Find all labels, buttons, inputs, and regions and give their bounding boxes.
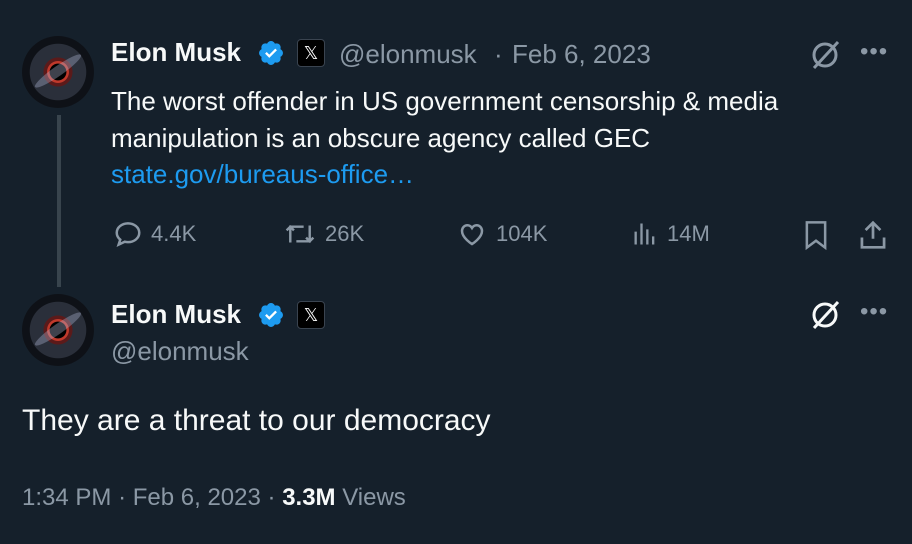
repost-count: 26K [325, 221, 365, 246]
heart-icon [460, 223, 484, 246]
separator-dot: · [118, 484, 127, 511]
tweet-meta: 1:34 PM · Feb 6, 2023 · 3.3M Views [22, 484, 406, 512]
avatar[interactable] [22, 294, 94, 366]
avatar[interactable] [22, 36, 94, 108]
tweet-text-line: manipulation is an obscure agency called… [111, 123, 651, 153]
author-name[interactable]: Elon Musk [111, 299, 241, 330]
reply-button[interactable]: 4.4K [113, 219, 196, 249]
verified-badge-icon [259, 41, 283, 65]
bookmark-icon[interactable] [802, 219, 830, 251]
author-handle[interactable]: @elonmusk [111, 336, 249, 367]
x-logo-icon: 𝕏 [297, 39, 325, 67]
views-count: 14M [667, 221, 710, 246]
tweet-link[interactable]: state.gov/bureaus-office… [111, 159, 414, 190]
repost-icon [285, 224, 315, 244]
more-icon[interactable]: ••• [860, 38, 888, 66]
separator-dot: · [267, 484, 276, 511]
verified-badge-icon [259, 303, 283, 327]
tweet-text-line: The worst offender in US government cens… [111, 86, 779, 116]
tweet-time[interactable]: 1:34 PM [22, 484, 111, 511]
like-count: 104K [496, 221, 548, 246]
analytics-icon [634, 223, 655, 245]
repost-button[interactable]: 26K [283, 219, 364, 249]
like-button[interactable]: 104K [456, 219, 547, 249]
tweet-text: They are a threat to our democracy [22, 404, 491, 437]
reply-icon [115, 222, 141, 247]
views-count: 3.3M [282, 484, 336, 511]
x-logo-icon: 𝕏 [297, 301, 325, 329]
author-handle[interactable]: @elonmusk [339, 39, 477, 70]
grok-icon[interactable] [808, 298, 842, 332]
tweet-text: The worst offender in US government cens… [111, 83, 778, 157]
reply-count: 4.4K [151, 221, 197, 246]
tweet-date[interactable]: Feb 6, 2023 [512, 39, 651, 70]
views-button[interactable]: 14M [631, 219, 710, 249]
grok-icon[interactable] [808, 38, 842, 72]
thread-line [57, 115, 61, 287]
views-label: Views [342, 484, 406, 511]
share-icon[interactable] [858, 219, 888, 251]
more-icon[interactable]: ••• [860, 298, 888, 326]
author-name[interactable]: Elon Musk [111, 37, 241, 68]
tweet-date[interactable]: Feb 6, 2023 [133, 484, 261, 511]
separator-dot: · [494, 39, 503, 69]
